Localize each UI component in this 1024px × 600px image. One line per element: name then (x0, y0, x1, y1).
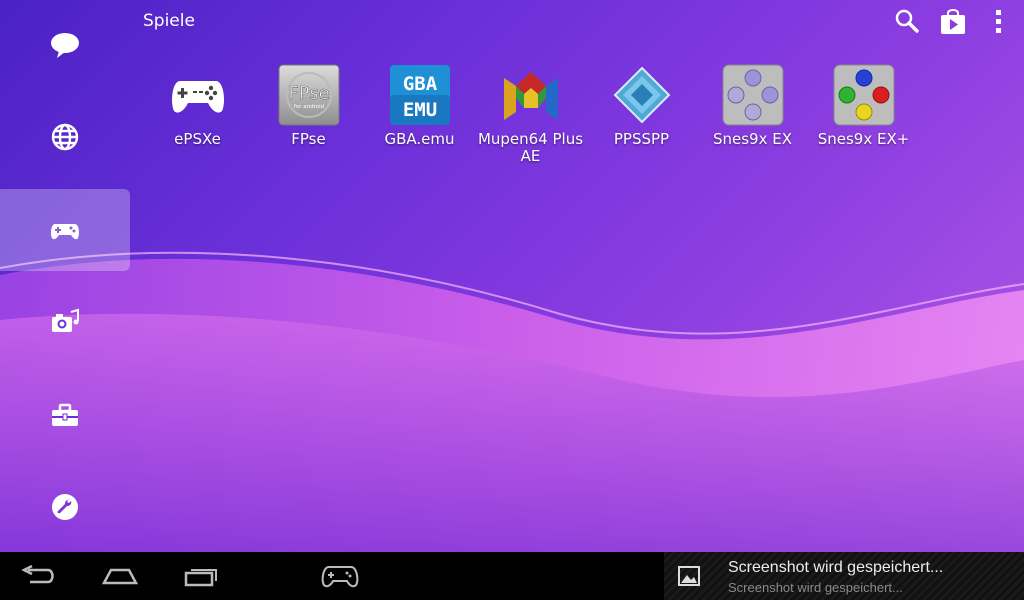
app-label: Mupen64 Plus AE (477, 130, 584, 165)
overflow-menu-icon (996, 10, 1001, 33)
gamepad-icon (51, 224, 79, 240)
dock-item-browser[interactable] (0, 96, 130, 178)
notification-title: Screenshot wird gespeichert... (728, 559, 944, 576)
page-title: Spiele (143, 11, 195, 31)
home-screen: Spiele ePSXe FPse for android FPse GBA E… (0, 0, 1024, 552)
app-label: Snes9x EX+ (817, 130, 910, 148)
fpse-icon-text: FPse (288, 83, 329, 104)
game-mode-button[interactable] (315, 560, 365, 592)
gbaemu-icon-bottom: EMU (402, 99, 436, 121)
overflow-menu-button[interactable] (984, 6, 1014, 36)
home-icon (101, 568, 139, 585)
app-label: FPse (291, 130, 326, 148)
notification-subtitle: Screenshot wird gespeichert... (728, 580, 903, 595)
app-label: Snes9x EX (712, 130, 792, 148)
snes9x-plus-icon (833, 64, 894, 126)
wrench-icon (52, 494, 78, 520)
app-label: GBA.emu (384, 130, 455, 148)
app-label: PPSSPP (613, 130, 670, 148)
snes9x-icon (722, 64, 783, 126)
dock-item-media[interactable] (0, 281, 130, 363)
epsxe-icon (171, 81, 224, 113)
dock-item-settings[interactable] (0, 466, 130, 548)
search-icon (895, 9, 919, 33)
app-snes9x-plus[interactable]: Snes9x EX+ (808, 64, 919, 165)
app-grid: ePSXe FPse for android FPse GBA EMU GBA.… (142, 64, 919, 165)
app-ppsspp[interactable]: PPSSPP (586, 64, 697, 165)
gbaemu-icon: GBA EMU (389, 65, 450, 125)
side-dock (0, 0, 130, 552)
app-epsxe[interactable]: ePSXe (142, 64, 253, 165)
gbaemu-icon-top: GBA (402, 73, 437, 95)
ppsspp-icon (613, 66, 670, 124)
fpse-icon-subtext: for android (293, 104, 323, 110)
chat-icon (51, 33, 79, 58)
app-gbaemu[interactable]: GBA EMU GBA.emu (364, 64, 475, 165)
recents-button[interactable] (176, 560, 226, 592)
toolbox-icon (52, 403, 78, 426)
dock-item-games[interactable] (0, 189, 130, 271)
dock-item-messages[interactable] (0, 4, 130, 86)
screenshot-notification[interactable]: Screenshot wird gespeichert... Screensho… (664, 552, 1024, 600)
recents-icon (184, 569, 217, 587)
system-navigation-bar: Screenshot wird gespeichert... Screensho… (0, 552, 1024, 600)
home-button[interactable] (95, 560, 145, 592)
gamepad-icon (321, 566, 359, 588)
search-button[interactable] (892, 6, 922, 36)
media-icon (52, 308, 79, 332)
dock-item-tools[interactable] (0, 374, 130, 456)
app-mupen64[interactable]: Mupen64 Plus AE (475, 64, 586, 165)
fpse-icon: FPse for android (278, 64, 339, 126)
mupen64-icon (503, 72, 558, 120)
play-store-icon (941, 9, 965, 34)
app-snes9x[interactable]: Snes9x EX (697, 64, 808, 165)
image-icon (678, 566, 700, 586)
action-bar (892, 6, 1014, 36)
back-button[interactable] (14, 560, 64, 592)
play-store-button[interactable] (938, 6, 968, 36)
app-label: ePSXe (174, 130, 221, 148)
back-icon (21, 565, 54, 584)
globe-icon (51, 123, 79, 151)
app-fpse[interactable]: FPse for android FPse (253, 64, 364, 165)
